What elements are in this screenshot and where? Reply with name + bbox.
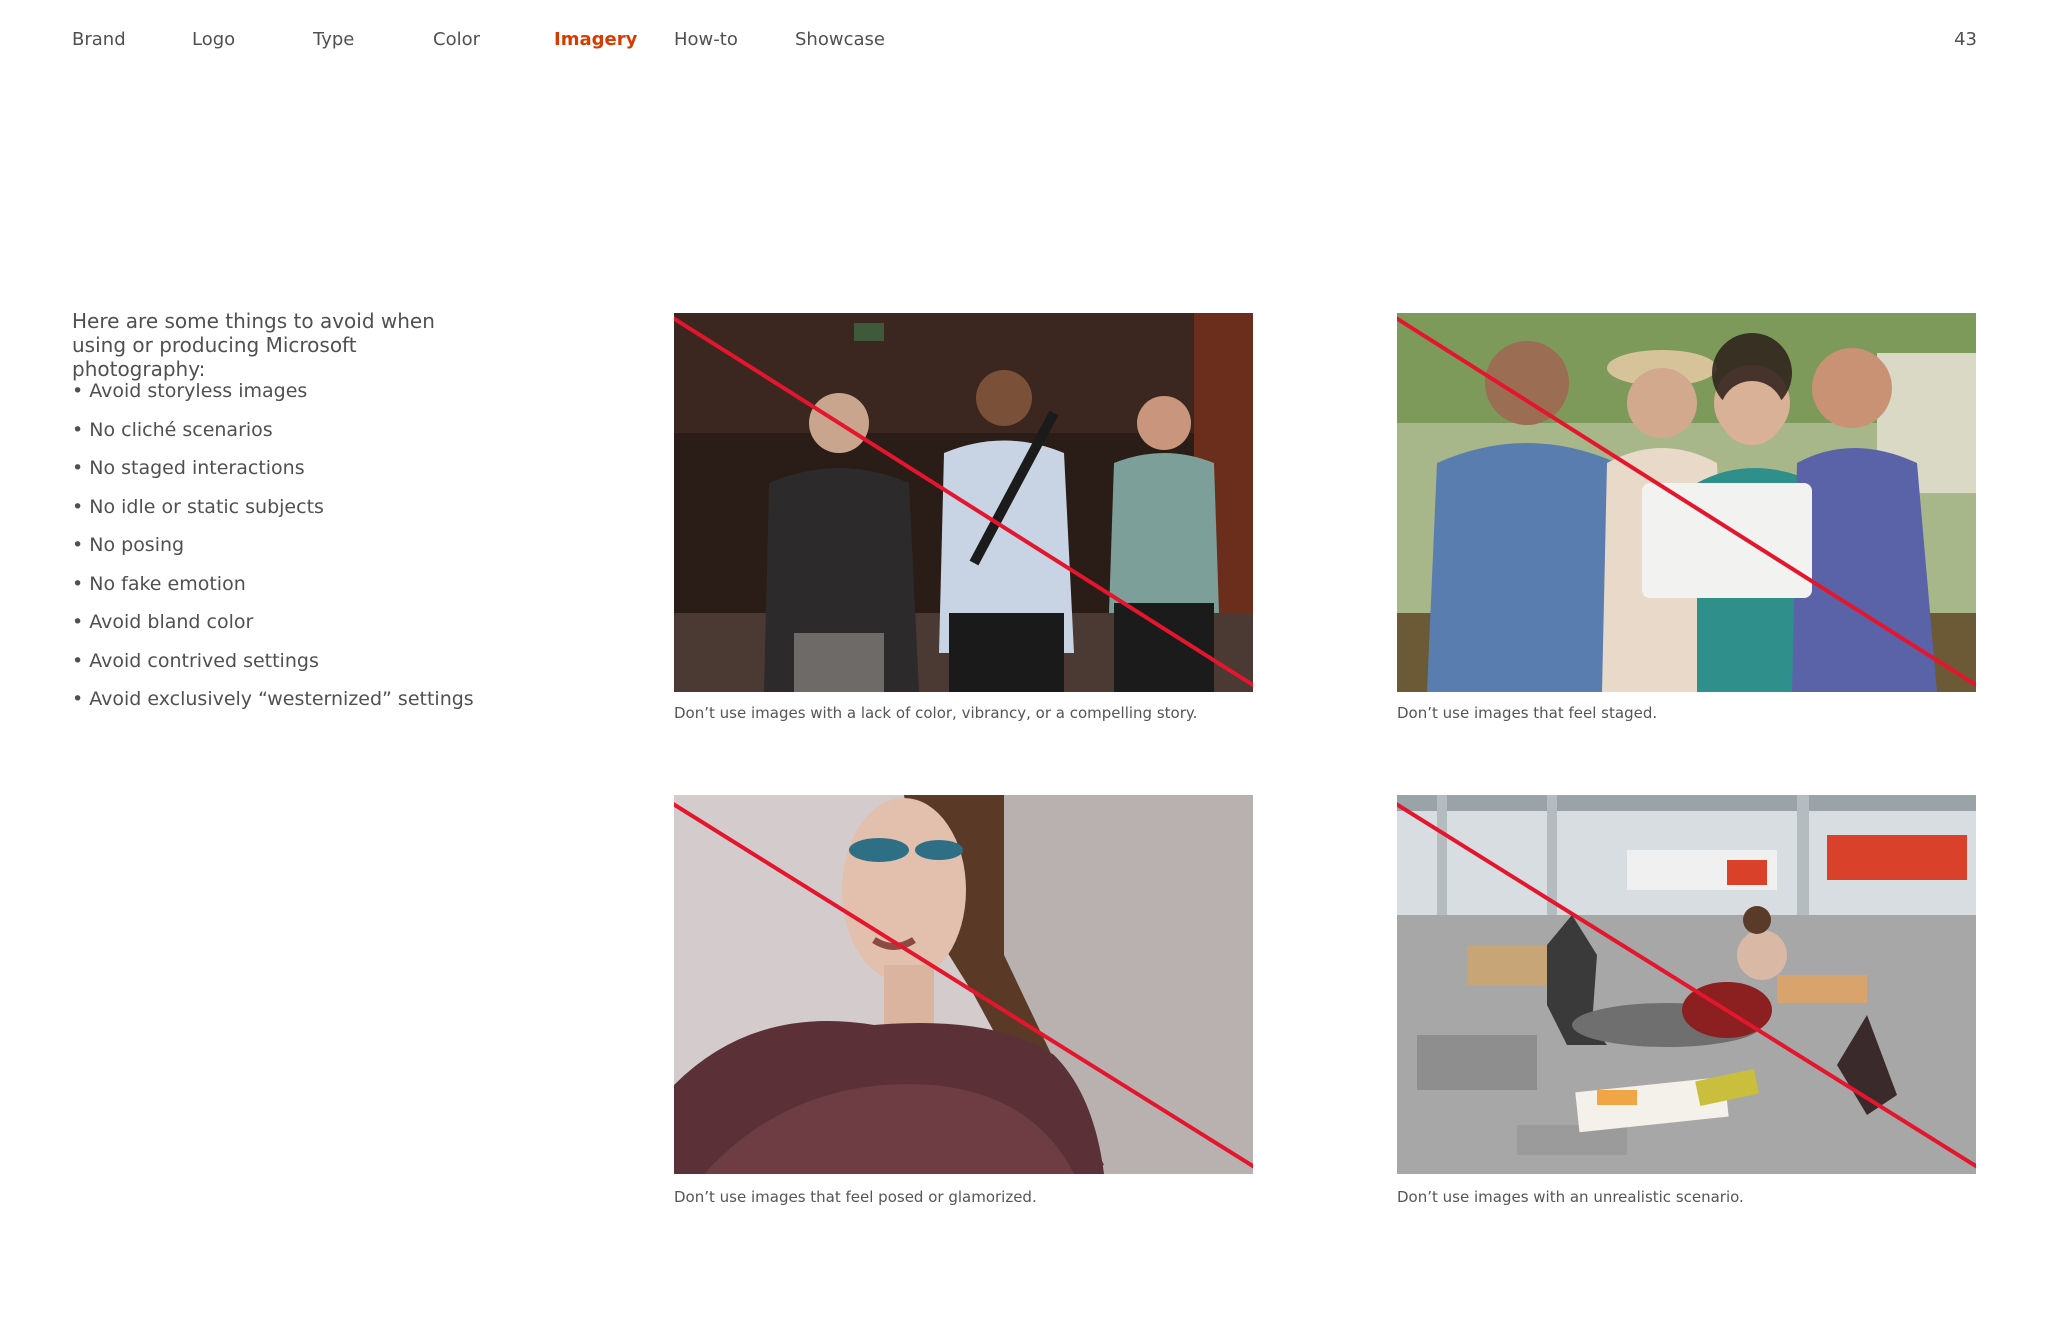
- list-item: Avoid bland color: [72, 610, 474, 649]
- example-photo-friends-tablet: [1397, 313, 1976, 692]
- list-item: No cliché scenarios: [72, 418, 474, 457]
- example-photo-glamour-portrait: [674, 795, 1253, 1174]
- intro-text: Here are some things to avoid when using…: [72, 309, 435, 381]
- avoid-list: Avoid storyless images No cliché scenari…: [72, 379, 474, 726]
- nav-item-type[interactable]: Type: [313, 29, 354, 50]
- example-caption: Don’t use images that feel posed or glam…: [674, 1188, 1037, 1206]
- list-item: No fake emotion: [72, 572, 474, 611]
- list-item: No posing: [72, 533, 474, 572]
- top-navigation: Brand Logo Type Color Imagery How-to Sho…: [0, 29, 2048, 59]
- example-caption: Don’t use images that feel staged.: [1397, 704, 1658, 722]
- example-photo-group-walking: [674, 313, 1253, 692]
- nav-item-showcase[interactable]: Showcase: [795, 29, 885, 50]
- list-item: No staged interactions: [72, 456, 474, 495]
- example-caption: Don’t use images with a lack of color, v…: [674, 704, 1198, 722]
- list-item: Avoid exclusively “westernized” settings: [72, 687, 473, 726]
- nav-item-imagery[interactable]: Imagery: [554, 29, 637, 50]
- example-photo-floor-laptop: [1397, 795, 1976, 1174]
- nav-item-color[interactable]: Color: [433, 29, 480, 50]
- list-item: Avoid contrived settings: [72, 649, 474, 688]
- list-item: No idle or static subjects: [72, 495, 474, 534]
- nav-item-logo[interactable]: Logo: [192, 29, 235, 50]
- list-item: Avoid storyless images: [72, 379, 474, 418]
- page-number: 43: [1954, 29, 1977, 50]
- nav-item-brand[interactable]: Brand: [72, 29, 126, 50]
- example-caption: Don’t use images with an unrealistic sce…: [1397, 1188, 1744, 1206]
- nav-item-how-to[interactable]: How-to: [674, 29, 738, 50]
